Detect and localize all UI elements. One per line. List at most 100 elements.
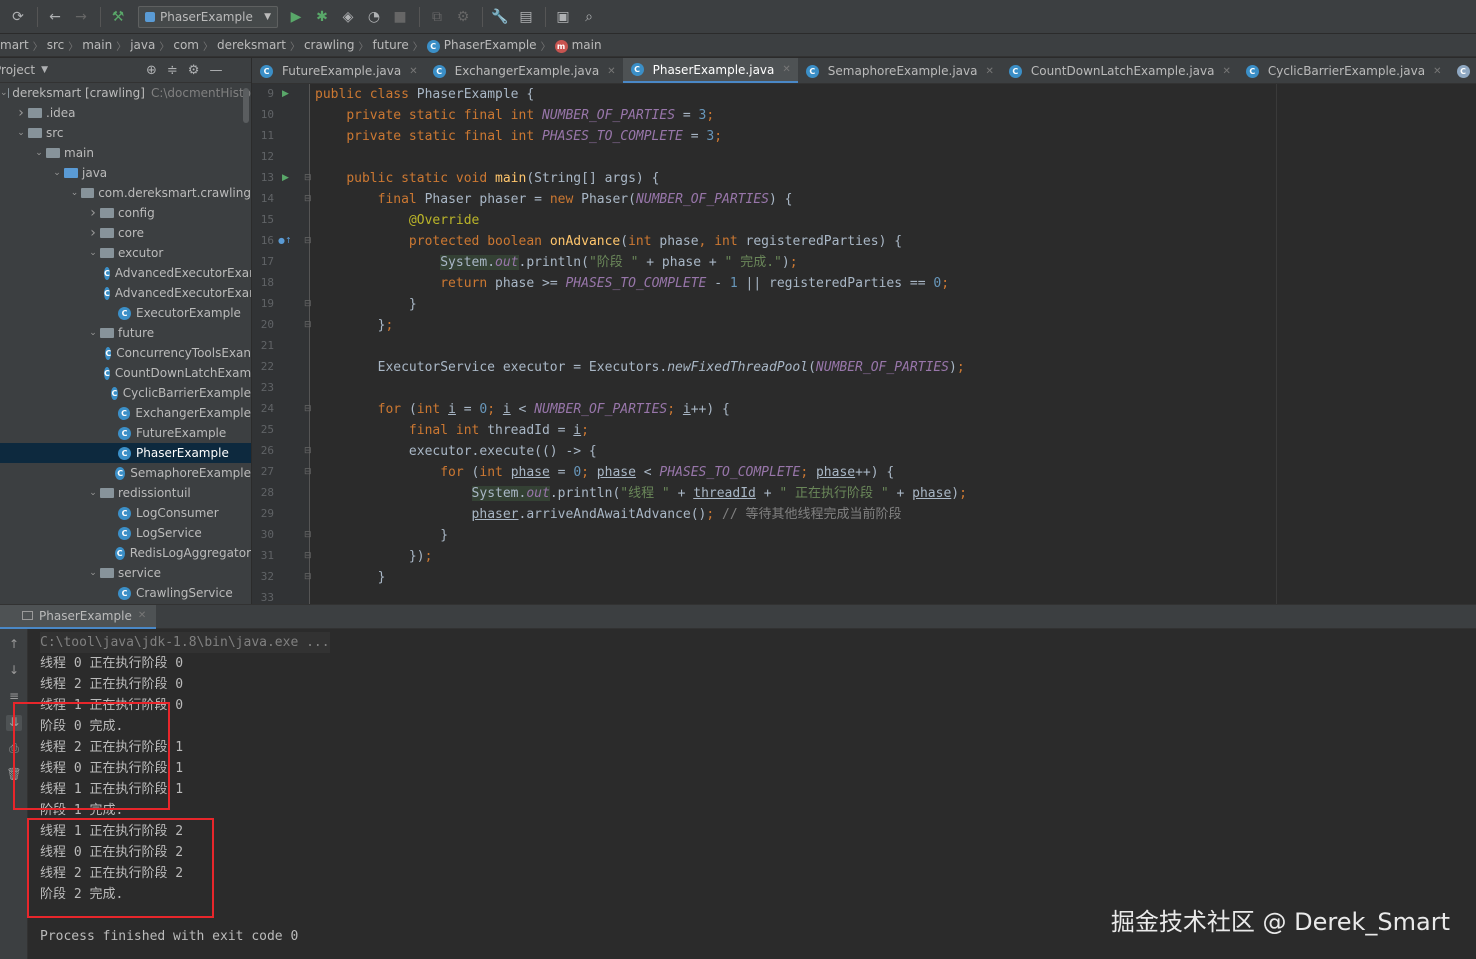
run-tab-phaserexample[interactable]: PhaserExample ✕ [0,604,157,629]
breadcrumb-item[interactable]: main [78,38,116,52]
tree-item-folder[interactable]: ⌄ redissiontuil [0,483,251,503]
editor-tab[interactable]: CMath.java✕ [1449,58,1476,83]
chevron-down-icon[interactable]: ⌄ [86,328,100,338]
close-icon[interactable]: ✕ [138,610,146,621]
chevron-down-icon[interactable]: ⌄ [86,248,100,258]
terminal-icon[interactable]: ▣ [551,5,575,29]
tree-item-class[interactable]: C FutureExample [0,423,251,443]
fold-icon[interactable]: ⊟ [304,320,312,330]
editor-tab[interactable]: C PhaserExample.java ✕ [622,58,798,83]
breadcrumb-item[interactable]: C PhaserExample [423,38,541,53]
gear-icon[interactable]: ⚙ [188,63,200,78]
chevron-down-icon[interactable]: ⌄ [32,148,46,158]
tree-item-folder[interactable]: ⌄ src [0,123,251,143]
chevron-down-icon[interactable]: ⌄ [86,488,100,498]
override-icon[interactable]: ●↑ [278,236,292,245]
chevron-down-icon[interactable]: ⌄ [14,128,28,138]
locate-file-icon[interactable]: ⊕ [146,63,157,78]
line-number-gutter[interactable]: 9 10 11 12 13 14 15 16 17 18 19 20 21 22 23 24 25 26 27 28 2… [252,84,312,604]
fold-icon[interactable]: ⊟ [304,173,312,183]
build-hammer-icon[interactable]: ⚒ [106,5,130,29]
run-gutter-icon[interactable]: ▶ [282,89,289,99]
editor-tab[interactable]: C SemaphoreExample.java ✕ [798,58,1001,83]
wrench-icon[interactable]: 🔧 [488,5,512,29]
tree-item-folder[interactable]: ⌄ service [0,563,251,583]
tree-item-class[interactable]: C AdvancedExecutorExar [0,283,251,303]
tree-item-class[interactable]: C AdvancedExecutorExar [0,263,251,283]
fold-icon[interactable]: ⊟ [304,236,312,246]
run-gutter-icon[interactable]: ▶ [282,173,289,183]
breadcrumb-item[interactable]: java [126,38,159,52]
run-icon[interactable]: ▶ [284,5,308,29]
tree-item-folder[interactable]: ⌄ java [0,163,251,183]
hide-panel-icon[interactable]: — [209,63,222,78]
close-icon[interactable]: ✕ [409,66,417,77]
fold-icon[interactable]: ⊟ [304,404,312,414]
tree-item-class[interactable]: C CountDownLatchExamp [0,363,251,383]
tree-item-class[interactable]: C LogConsumer [0,503,251,523]
close-icon[interactable]: ✕ [1222,66,1230,77]
tree-item-class[interactable]: C SemaphoreExample [0,463,251,483]
tree-item-folder[interactable]: ⌄ main [0,143,251,163]
editor-tab[interactable]: C FutureExample.java ✕ [252,58,425,83]
breadcrumb-item[interactable]: src [43,38,69,52]
editor-tab[interactable]: C ExchangerExample.java ✕ [425,58,623,83]
back-icon[interactable]: ← [43,5,67,29]
tree-item-folder[interactable]: ⌄ com.dereksmart.crawling [0,183,251,203]
fold-icon[interactable]: ⊟ [304,446,312,456]
project-structure-icon[interactable]: ⚙ [451,5,475,29]
tree-item-class[interactable]: C PhaserExample [0,443,251,463]
chevron-down-icon[interactable]: ⌄ [0,88,8,98]
tree-item-folder[interactable]: › config [0,203,251,223]
breadcrumb-item[interactable]: mart [0,38,33,52]
tree-item-class[interactable]: C CyclicBarrierExample [0,383,251,403]
chevron-down-icon[interactable]: ⌄ [50,168,64,178]
tree-item-folder[interactable]: ⌄ future [0,323,251,343]
breadcrumb-item[interactable]: com [169,38,203,52]
breadcrumb-item[interactable]: future [369,38,413,52]
arrow-down-icon[interactable]: ↓ [6,663,22,679]
fold-icon[interactable]: ⊟ [304,530,312,540]
tree-item-folder[interactable]: ⌄ excutor [0,243,251,263]
tree-item-folder[interactable]: › core [0,223,251,243]
fold-icon[interactable]: ⊟ [304,467,312,477]
tree-item-class[interactable]: C ExecutorExample [0,303,251,323]
arrow-up-icon[interactable]: ↑ [6,637,22,653]
breadcrumb-item[interactable]: crawling [300,38,359,52]
chevron-down-icon[interactable]: ▼ [41,65,48,75]
fold-icon[interactable]: ⊟ [304,572,312,582]
project-panel-title[interactable]: Project [0,63,35,77]
editor-tab[interactable]: C CountDownLatchExample.java ✕ [1001,58,1238,83]
tree-item-folder[interactable]: › .idea [0,103,251,123]
sync-icon[interactable]: ⟳ [6,5,30,29]
chevron-right-icon[interactable]: › [86,205,100,221]
chevron-down-icon[interactable]: ⌄ [68,188,81,198]
close-icon[interactable]: ✕ [1433,66,1441,77]
chevron-down-icon[interactable]: ⌄ [86,568,100,578]
profile-icon[interactable]: ◔ [362,5,386,29]
fold-icon[interactable]: ⊟ [304,194,312,204]
debug-icon[interactable]: ✱ [310,5,334,29]
sdk-icon[interactable]: ▤ [514,5,538,29]
forward-icon[interactable]: → [69,5,93,29]
chevron-right-icon[interactable]: › [14,105,28,121]
coverage-icon[interactable]: ◈ [336,5,360,29]
tree-item-class[interactable]: C LogService [0,523,251,543]
tree-item-class[interactable]: C ExchangerExample [0,403,251,423]
close-icon[interactable]: ✕ [985,66,993,77]
chevron-right-icon[interactable]: › [86,225,100,241]
editor-tab[interactable]: C CyclicBarrierExample.java ✕ [1238,58,1449,83]
code-editor[interactable]: 9 10 11 12 13 14 15 16 17 18 19 20 21 22 23 24 25 26 27 28 2… [252,84,1476,604]
fold-icon[interactable]: ⊟ [304,551,312,561]
tree-item-class[interactable]: C RedisLogAggregator [0,543,251,563]
tree-item-class[interactable]: C CrawlingService [0,583,251,603]
breadcrumb-item[interactable]: dereksmart [213,38,290,52]
close-icon[interactable]: ✕ [782,64,790,75]
breadcrumb-item[interactable]: m main [551,38,606,53]
stop-icon[interactable]: ■ [388,5,412,29]
collapse-all-icon[interactable]: ≑ [167,63,178,78]
search-icon[interactable]: ⌕ [577,5,601,29]
run-configuration-select[interactable]: PhaserExample ▼ [138,5,278,28]
tree-scrollbar[interactable] [243,88,249,123]
tree-item-folder[interactable]: ⌄ dereksmart [crawling] C:\docmentHisto [0,83,251,103]
